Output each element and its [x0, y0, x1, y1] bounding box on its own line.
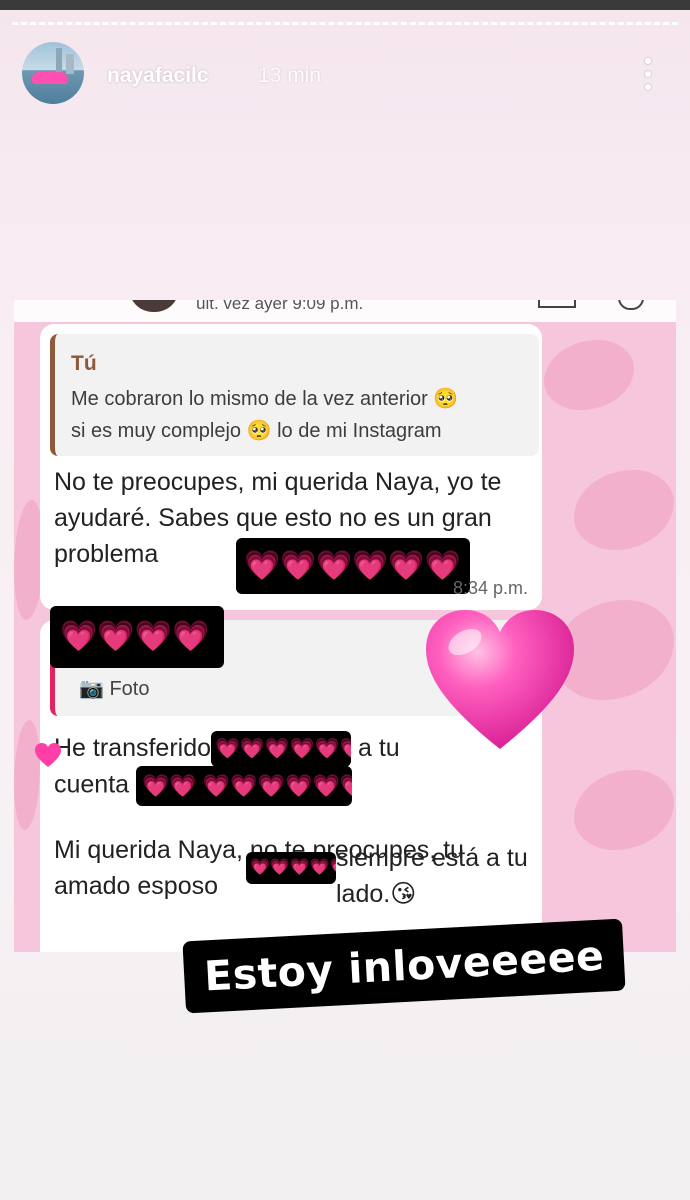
camera-icon: 📷	[79, 678, 104, 700]
butterfly-decoration	[574, 470, 674, 550]
censor-bar: 💗💗💗💗	[50, 606, 224, 668]
butterfly-decoration	[14, 720, 40, 830]
story-header: nayafacilc 13 min	[22, 42, 672, 108]
quoted-text-line: Me cobraron lo mismo de la vez anterior …	[71, 388, 459, 410]
quoted-author: Tú	[71, 352, 97, 375]
chat-header: últ. vez ayer 9:09 p.m.	[14, 300, 676, 322]
username[interactable]: nayafacilc	[107, 64, 209, 88]
butterfly-decoration	[574, 770, 674, 850]
more-options-icon[interactable]	[642, 58, 654, 92]
contact-avatar[interactable]	[129, 300, 179, 312]
video-call-icon[interactable]	[538, 300, 576, 308]
butterfly-decoration	[544, 340, 634, 410]
pink-heart-sticker	[426, 610, 574, 749]
message-text: siempre está a tu lado.😘	[336, 844, 528, 908]
censor-bar: 💗💗💗💗💗💗	[236, 538, 470, 594]
message-bubble[interactable]: Tú Me cobraron lo mismo de la vez anteri…	[40, 324, 542, 610]
quoted-text-line: si es muy complejo 🥺 lo de mi Instagram	[71, 420, 442, 442]
censor-bar: 💗💗💗💗💗💗	[211, 731, 352, 768]
quoted-message[interactable]: Tú Me cobraron lo mismo de la vez anteri…	[50, 334, 539, 456]
censor-bar: 💗💗💗💗💗	[246, 852, 336, 884]
avatar[interactable]	[22, 42, 84, 104]
phone-call-icon[interactable]	[618, 300, 644, 310]
story-timestamp: 13 min	[258, 64, 322, 87]
photo-label: 📷 Foto	[79, 678, 150, 700]
last-seen-status: últ. vez ayer 9:09 p.m.	[196, 300, 364, 313]
censor-bar: 💗💗 💗💗💗💗💗💗	[136, 766, 353, 806]
small-heart-icon	[35, 743, 61, 767]
story-progress-bar	[12, 22, 678, 28]
status-bar	[0, 0, 690, 10]
message-time: 8:34 p.m.	[452, 578, 528, 598]
